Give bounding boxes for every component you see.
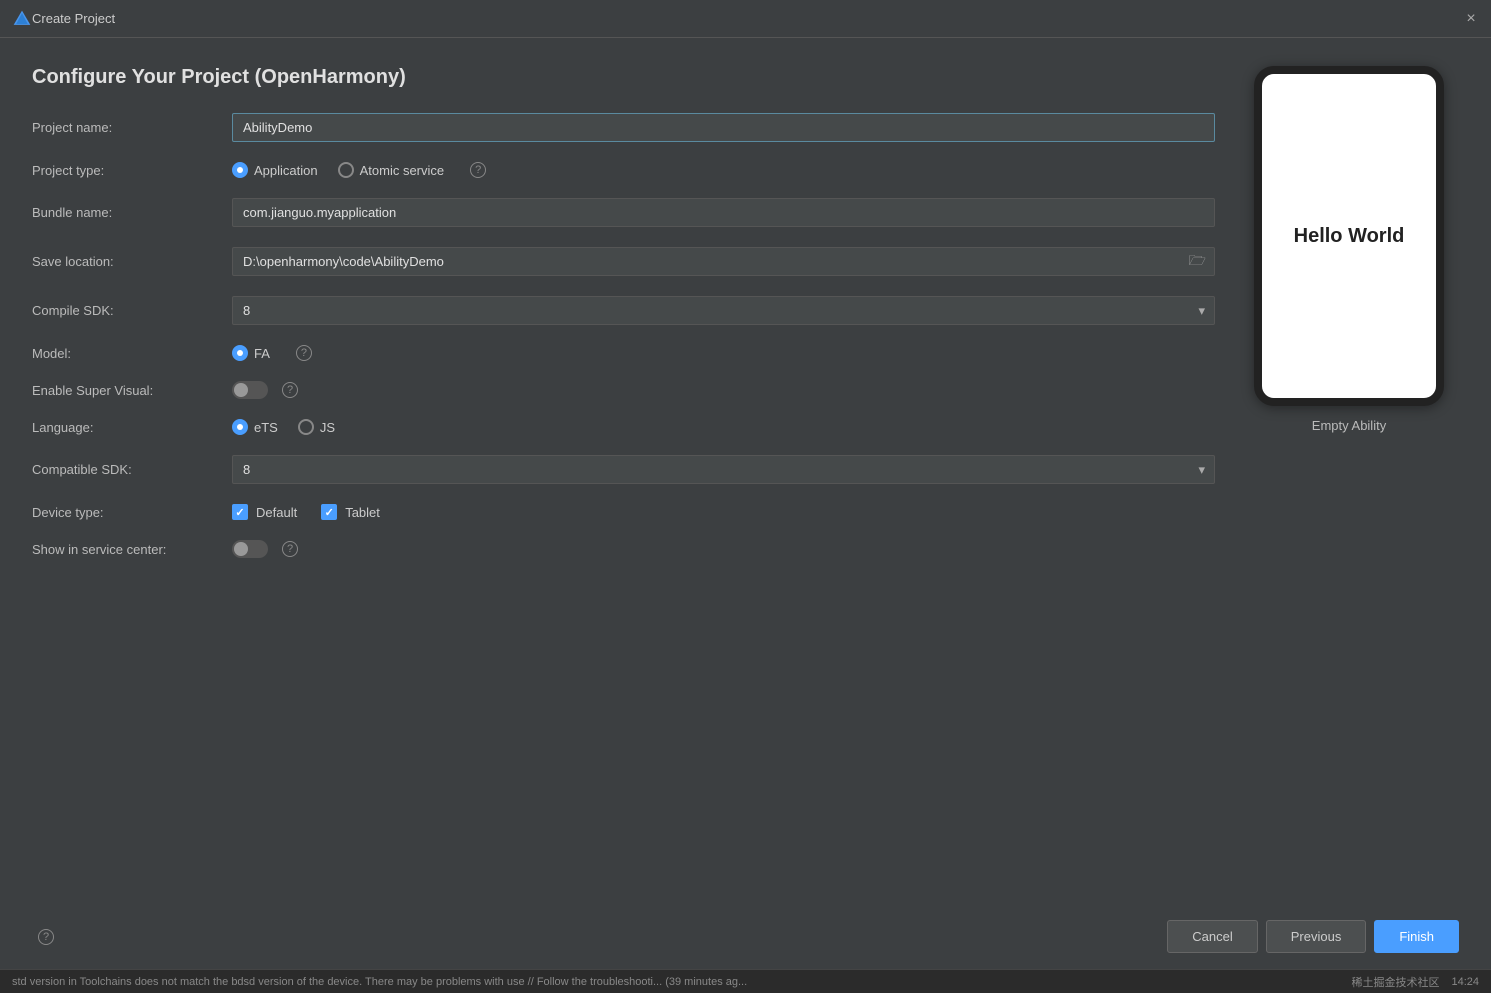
radio-js-circle (298, 419, 314, 435)
radio-fa-circle (232, 345, 248, 361)
form-section: Configure Your Project (OpenHarmony) Pro… (32, 66, 1215, 904)
save-location-input[interactable] (233, 248, 1181, 275)
status-time: 14:24 (1451, 976, 1479, 988)
hello-world-text: Hello World (1294, 225, 1405, 248)
project-name-row: Project name: (32, 113, 1215, 142)
project-name-control (232, 113, 1215, 142)
radio-ets[interactable]: eTS (232, 419, 278, 435)
enable-super-visual-toggle[interactable] (232, 381, 268, 399)
status-text: std version in Toolchains does not match… (12, 976, 1339, 988)
show-service-center-row: Show in service center: ? (32, 540, 1215, 558)
project-type-group: Application Atomic service ? (232, 162, 1215, 178)
app-logo-icon (12, 9, 32, 29)
compatible-sdk-select[interactable]: 8 (232, 455, 1215, 484)
checkbox-tablet-box (321, 504, 337, 520)
bundle-name-input[interactable] (232, 198, 1215, 227)
dialog-heading: Configure Your Project (OpenHarmony) (32, 66, 1215, 89)
device-type-row: Device type: Default Tablet (32, 504, 1215, 520)
radio-fa-label: FA (254, 346, 270, 361)
compile-sdk-control: 8 (232, 296, 1215, 325)
enable-super-visual-row: Enable Super Visual: ? (32, 381, 1215, 399)
show-service-center-control: ? (232, 540, 1215, 558)
bottom-bar: ? Cancel Previous Finish (0, 904, 1491, 969)
project-name-input[interactable] (232, 113, 1215, 142)
project-type-label: Project type: (32, 163, 232, 178)
enable-super-visual-label: Enable Super Visual: (32, 383, 232, 398)
bundle-name-row: Bundle name: (32, 198, 1215, 227)
radio-atomic-service[interactable]: Atomic service (338, 162, 445, 178)
project-name-label: Project name: (32, 120, 232, 135)
bottom-help-icon[interactable]: ? (38, 929, 54, 945)
cancel-button[interactable]: Cancel (1167, 920, 1257, 953)
dialog-content: Configure Your Project (OpenHarmony) Pro… (0, 38, 1491, 904)
save-location-control: 🗁 (232, 247, 1215, 276)
close-icon[interactable]: × (1463, 11, 1479, 27)
service-center-help-icon[interactable]: ? (282, 541, 298, 557)
compile-sdk-label: Compile SDK: (32, 303, 232, 318)
radio-js[interactable]: JS (298, 419, 335, 435)
checkbox-default-box (232, 504, 248, 520)
status-bar: std version in Toolchains does not match… (0, 969, 1491, 993)
compile-sdk-select[interactable]: 8 (232, 296, 1215, 325)
radio-application[interactable]: Application (232, 162, 318, 178)
checkbox-default-label: Default (256, 505, 297, 520)
language-label: Language: (32, 420, 232, 435)
title-bar: Create Project × (0, 0, 1491, 38)
radio-fa[interactable]: FA (232, 345, 270, 361)
compatible-sdk-row: Compatible SDK: 8 (32, 455, 1215, 484)
compatible-sdk-label: Compatible SDK: (32, 462, 232, 477)
device-type-label: Device type: (32, 505, 232, 520)
compile-sdk-row: Compile SDK: 8 (32, 296, 1215, 325)
compatible-sdk-select-wrapper: 8 (232, 455, 1215, 484)
radio-application-circle (232, 162, 248, 178)
project-type-help-icon[interactable]: ? (470, 162, 486, 178)
radio-js-label: JS (320, 420, 335, 435)
previous-button[interactable]: Previous (1266, 920, 1367, 953)
radio-ets-circle (232, 419, 248, 435)
toggle-knob (234, 383, 248, 397)
show-service-center-toggle[interactable] (232, 540, 268, 558)
model-group: FA ? (232, 345, 1215, 361)
bottom-left: ? (32, 929, 54, 945)
checkbox-tablet[interactable]: Tablet (321, 504, 380, 520)
finish-button[interactable]: Finish (1374, 920, 1459, 953)
checkbox-tablet-label: Tablet (345, 505, 380, 520)
show-service-center-label: Show in service center: (32, 542, 232, 557)
device-type-group: Default Tablet (232, 504, 1215, 520)
radio-atomic-service-circle (338, 162, 354, 178)
folder-icon[interactable]: 🗁 (1181, 250, 1214, 274)
dialog-overlay: Create Project × Configure Your Project … (0, 0, 1491, 993)
radio-application-label: Application (254, 163, 318, 178)
preview-section: Hello World Empty Ability (1239, 66, 1459, 904)
save-location-label: Save location: (32, 254, 232, 269)
compile-sdk-select-wrapper: 8 (232, 296, 1215, 325)
model-row: Model: FA ? (32, 345, 1215, 361)
model-help-icon[interactable]: ? (296, 345, 312, 361)
checkbox-default[interactable]: Default (232, 504, 297, 520)
radio-atomic-service-label: Atomic service (360, 163, 445, 178)
language-row: Language: eTS JS (32, 419, 1215, 435)
bundle-name-control (232, 198, 1215, 227)
status-community: 稀土掘金技术社区 (1351, 974, 1439, 990)
super-visual-help-icon[interactable]: ? (282, 382, 298, 398)
dialog-title: Create Project (32, 11, 1463, 26)
phone-mockup: Hello World (1254, 66, 1444, 406)
save-location-row: Save location: 🗁 (32, 247, 1215, 276)
language-group: eTS JS (232, 419, 1215, 435)
project-type-row: Project type: Application Atomic service… (32, 162, 1215, 178)
save-location-input-wrapper: 🗁 (232, 247, 1215, 276)
model-label: Model: (32, 346, 232, 361)
compatible-sdk-control: 8 (232, 455, 1215, 484)
bundle-name-label: Bundle name: (32, 205, 232, 220)
preview-label: Empty Ability (1312, 418, 1386, 433)
bottom-right: Cancel Previous Finish (1167, 920, 1459, 953)
radio-ets-label: eTS (254, 420, 278, 435)
enable-super-visual-control: ? (232, 381, 1215, 399)
toggle-knob-2 (234, 542, 248, 556)
